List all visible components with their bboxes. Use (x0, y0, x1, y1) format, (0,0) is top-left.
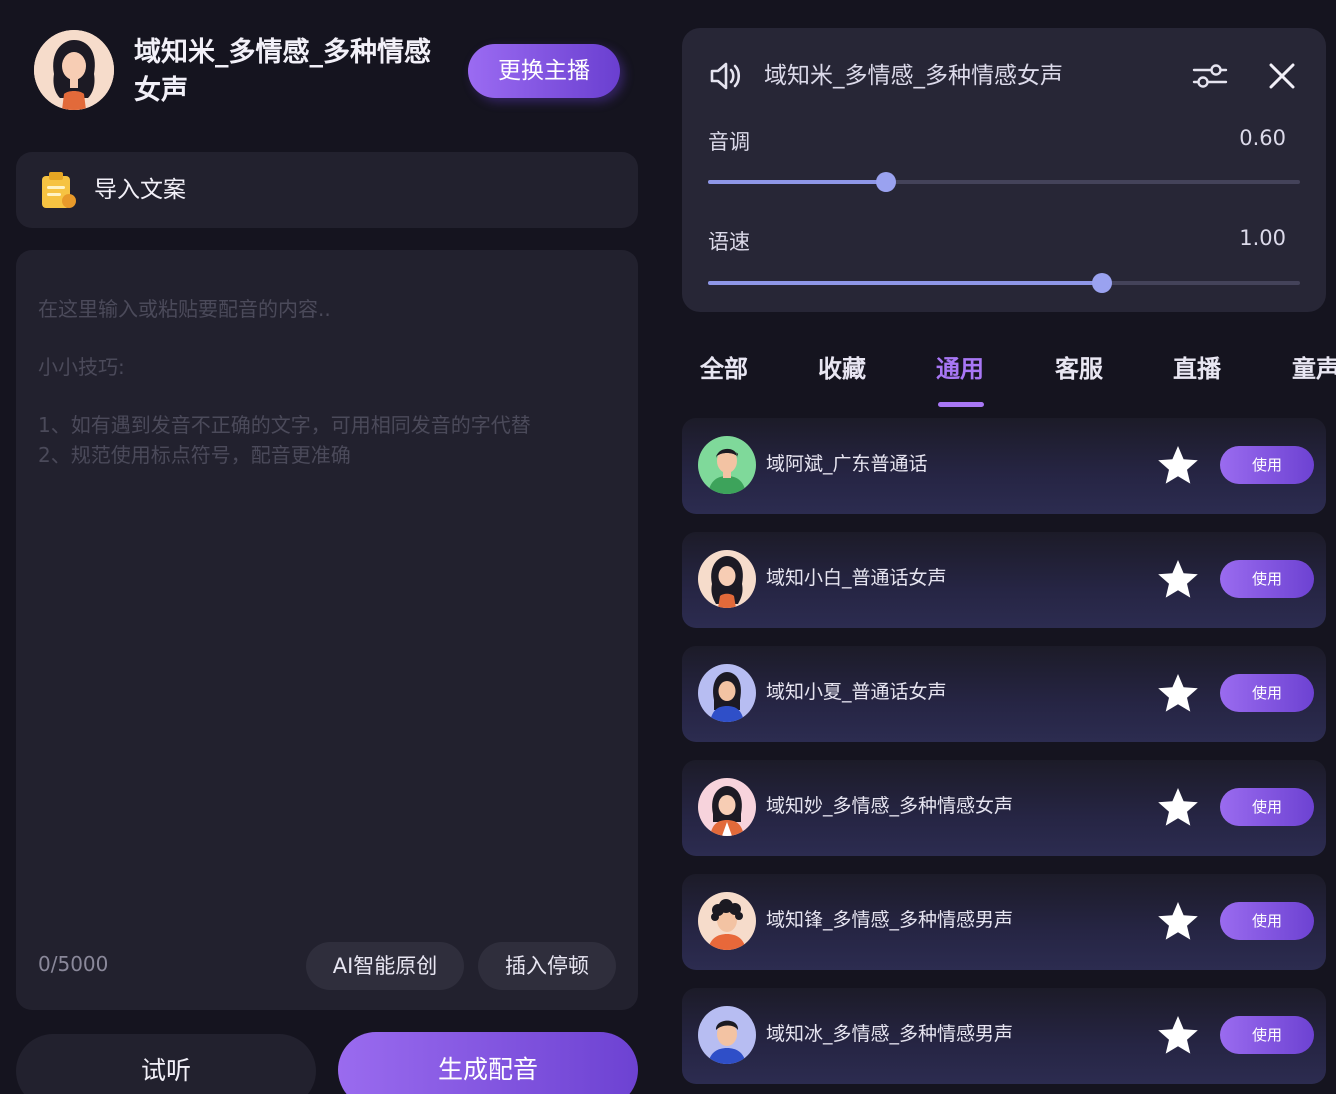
use-voice-button[interactable]: 使用 (1220, 560, 1314, 598)
voice-item: 域阿斌_广东普通话 使用 (682, 418, 1326, 514)
female-blue-avatar (698, 664, 756, 722)
editor-placeholder: 在这里输入或粘贴要配音的内容.. 小小技巧: 1、如有遇到发音不正确的文字，可用… (38, 294, 618, 470)
use-voice-button[interactable]: 使用 (1220, 1016, 1314, 1054)
tip-line-2: 2、规范使用标点符号，配音更准确 (38, 443, 351, 467)
male-blue-avatar (698, 1006, 756, 1064)
male-green-avatar (698, 436, 756, 494)
pitch-slider[interactable] (708, 172, 1300, 192)
char-count: 0/5000 (38, 952, 109, 976)
voice-item: 域知妙_多情感_多种情感女声 使用 (682, 760, 1326, 856)
preview-listen-button[interactable]: 试听 (16, 1034, 316, 1094)
speed-slider-fill (708, 281, 1102, 285)
pitch-value: 0.60 (1239, 126, 1286, 150)
star-icon[interactable] (1156, 444, 1200, 486)
current-host: 域知米_多情感_多种情感女声 更换主播 (34, 30, 634, 116)
voice-name: 域阿斌_广东普通话 (766, 453, 928, 475)
tab-kids[interactable]: 童声 (1292, 352, 1336, 386)
voice-item: 域知锋_多情感_多种情感男声 使用 (682, 874, 1326, 970)
speed-value: 1.00 (1239, 226, 1286, 250)
pitch-label: 音调 (708, 130, 750, 154)
pitch-slider-thumb[interactable] (875, 172, 896, 192)
tab-customer-service[interactable]: 客服 (1055, 352, 1103, 386)
voice-item: 域知冰_多情感_多种情感男声 使用 (682, 988, 1326, 1084)
speed-label: 语速 (708, 230, 750, 254)
voice-item: 域知小夏_普通话女声 使用 (682, 646, 1326, 742)
use-voice-button[interactable]: 使用 (1220, 446, 1314, 484)
female-long-hair-avatar (698, 550, 756, 608)
generate-dubbing-button[interactable]: 生成配音 (338, 1032, 638, 1094)
star-icon[interactable] (1156, 900, 1200, 942)
voice-settings-panel: 域知米_多情感_多种情感女声 音调 0.60 语速 1.00 (682, 28, 1326, 312)
host-name: 域知米_多情感_多种情感女声 (134, 37, 431, 106)
sliders-adjust-icon[interactable] (1190, 58, 1230, 94)
placeholder-text: 在这里输入或粘贴要配音的内容.. (38, 297, 331, 321)
star-icon[interactable] (1156, 558, 1200, 600)
active-tab-indicator (938, 402, 984, 407)
change-host-button[interactable]: 更换主播 (468, 44, 620, 98)
speed-slider-thumb[interactable] (1091, 273, 1112, 293)
voice-item: 域知小白_普通话女声 使用 (682, 532, 1326, 628)
tab-live[interactable]: 直播 (1173, 352, 1221, 386)
star-icon[interactable] (1156, 672, 1200, 714)
tab-favorites[interactable]: 收藏 (818, 352, 866, 386)
tip-line-1: 1、如有遇到发音不正确的文字，可用相同发音的字代替 (38, 413, 531, 437)
import-copy-button[interactable]: 导入文案 (16, 152, 638, 228)
female-pink-avatar (698, 778, 756, 836)
voice-name: 域知冰_多情感_多种情感男声 (766, 1023, 1014, 1045)
voice-category-tabs: 全部 收藏 通用 客服 直播 童声 (682, 346, 1336, 410)
host-avatar (34, 30, 114, 110)
voice-name: 域知锋_多情感_多种情感男声 (766, 909, 1014, 931)
use-voice-button[interactable]: 使用 (1220, 902, 1314, 940)
insert-pause-button[interactable]: 插入停顿 (478, 942, 616, 990)
pitch-slider-fill (708, 180, 886, 184)
voice-name: 域知妙_多情感_多种情感女声 (766, 795, 1014, 817)
male-curly-avatar (698, 892, 756, 950)
star-icon[interactable] (1156, 786, 1200, 828)
tab-general[interactable]: 通用 (936, 352, 984, 386)
import-label: 导入文案 (94, 177, 186, 203)
use-voice-button[interactable]: 使用 (1220, 788, 1314, 826)
use-voice-button[interactable]: 使用 (1220, 674, 1314, 712)
tab-all[interactable]: 全部 (700, 352, 748, 386)
star-icon[interactable] (1156, 1014, 1200, 1056)
speed-slider[interactable] (708, 273, 1300, 293)
speaker-icon[interactable] (708, 58, 744, 94)
script-editor[interactable]: 在这里输入或粘贴要配音的内容.. 小小技巧: 1、如有遇到发音不正确的文字，可用… (16, 250, 638, 1010)
ai-write-button[interactable]: AI智能原创 (306, 942, 464, 990)
selected-voice-title: 域知米_多情感_多种情感女声 (764, 63, 1063, 89)
voice-name: 域知小白_普通话女声 (766, 567, 947, 589)
voice-name: 域知小夏_普通话女声 (766, 681, 947, 703)
close-icon[interactable] (1266, 60, 1298, 92)
tips-heading: 小小技巧: (38, 355, 125, 379)
clipboard-icon (38, 170, 78, 210)
